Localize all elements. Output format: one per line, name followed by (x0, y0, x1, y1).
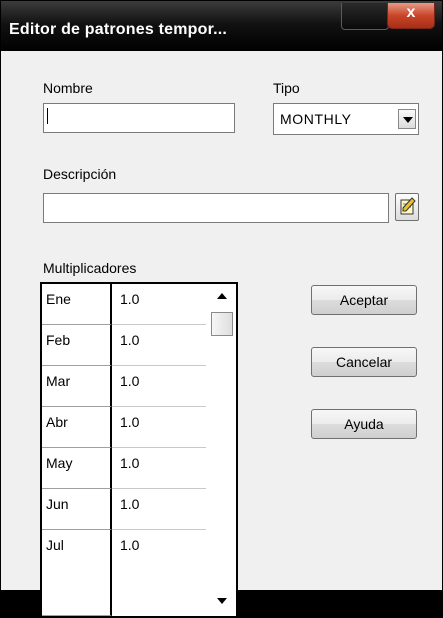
description-label: Descripción (43, 166, 117, 182)
scroll-thumb[interactable] (211, 312, 233, 336)
table-row[interactable]: Mar 1.0 (42, 366, 236, 408)
multiplier-cell[interactable]: 1.0 (112, 284, 206, 325)
multiplier-cell[interactable]: 1.0 (112, 530, 206, 616)
multiplier-cell[interactable]: 1.0 (112, 407, 206, 448)
name-label: Nombre (43, 80, 93, 96)
table-row[interactable]: Feb 1.0 (42, 325, 236, 367)
month-cell: Mar (42, 366, 112, 407)
multipliers-label: Multiplicadores (43, 260, 137, 276)
month-cell: Jul (42, 530, 112, 616)
table-row[interactable]: Jul 1.0 (42, 530, 236, 616)
multiplier-cell[interactable]: 1.0 (112, 448, 206, 489)
scroll-down-icon[interactable] (217, 598, 227, 604)
name-input[interactable] (43, 103, 235, 133)
multiplier-cell[interactable]: 1.0 (112, 489, 206, 530)
month-cell: Jun (42, 489, 112, 530)
window-title: Editor de patrones tempor... (9, 21, 228, 38)
pattern-editor-dialog: Editor de patrones tempor... x Nombre Ti… (0, 0, 443, 618)
type-select[interactable]: MONTHLY (273, 103, 419, 135)
cancel-button[interactable]: Cancelar (311, 347, 417, 377)
table-row[interactable]: Abr 1.0 (42, 407, 236, 449)
close-button[interactable]: x (387, 3, 435, 29)
month-cell: Feb (42, 325, 112, 366)
month-cell: May (42, 448, 112, 489)
pencil-edit-icon (400, 197, 416, 215)
table-row[interactable]: May 1.0 (42, 448, 236, 490)
edit-description-button[interactable] (395, 193, 419, 221)
description-input[interactable] (43, 193, 389, 223)
help-button[interactable]: Ayuda (311, 409, 417, 439)
table-row[interactable]: Ene 1.0 (42, 284, 236, 326)
chevron-down-icon[interactable] (398, 109, 416, 129)
type-label: Tipo (273, 80, 300, 96)
table-row[interactable]: Jun 1.0 (42, 489, 236, 531)
multiplier-cell[interactable]: 1.0 (112, 366, 206, 407)
type-selected-value: MONTHLY (280, 111, 352, 127)
scroll-up-icon[interactable] (217, 293, 227, 299)
accept-button[interactable]: Aceptar (311, 285, 417, 315)
title-bar[interactable]: Editor de patrones tempor... x (1, 1, 442, 51)
text-caret (47, 108, 48, 124)
multiplier-cell[interactable]: 1.0 (112, 325, 206, 366)
multipliers-table: Ene 1.0 Feb 1.0 Mar 1.0 Abr 1.0 May 1.0 … (40, 282, 238, 618)
minimize-maximize-area (341, 3, 389, 30)
month-cell: Abr (42, 407, 112, 448)
table-scrollbar[interactable] (208, 284, 236, 616)
close-icon: x (406, 4, 416, 21)
month-cell: Ene (42, 284, 112, 325)
dialog-body: Nombre Tipo MONTHLY Descripción Multipli… (7, 51, 437, 618)
